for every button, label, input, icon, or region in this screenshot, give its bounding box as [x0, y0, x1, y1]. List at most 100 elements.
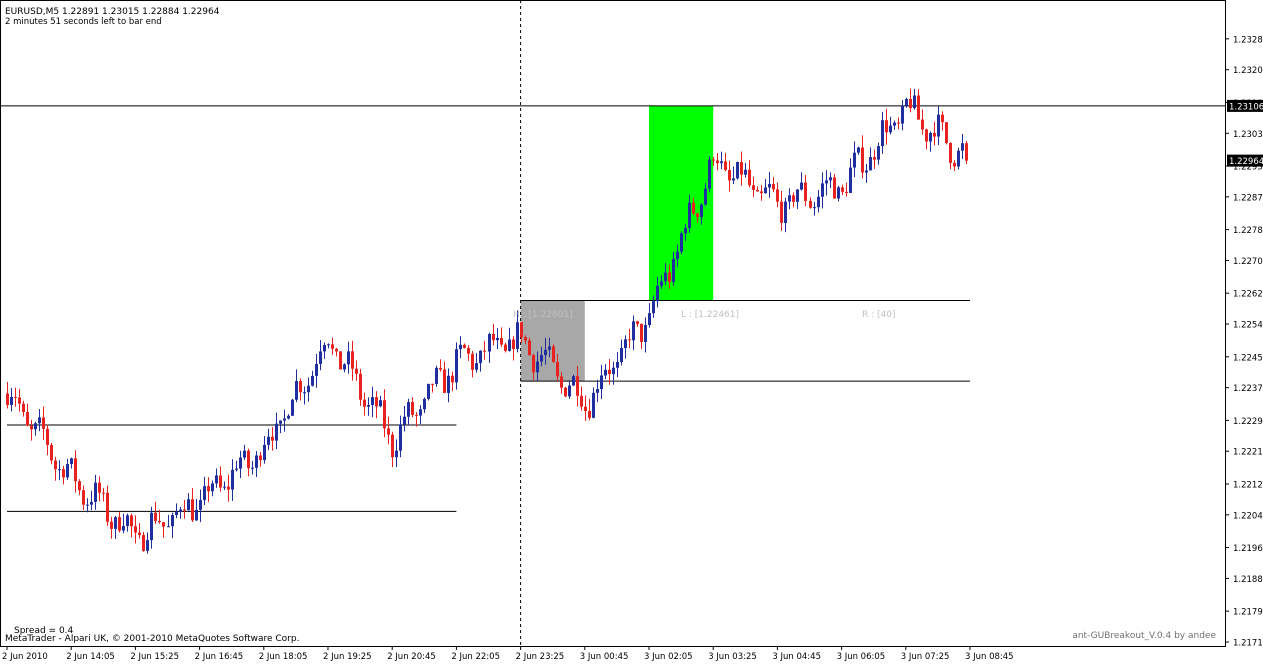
time-tick-label: 2 Jun 19:25	[323, 652, 372, 662]
candlestick-chart[interactable]: 1.232801.232001.231151.230351.229501.228…	[0, 0, 1263, 663]
bear-candle-body	[668, 272, 671, 282]
bull-candle-body	[684, 228, 687, 234]
bull-candle-body	[825, 180, 828, 184]
bull-candle-body	[788, 195, 791, 202]
bull-candle-body	[905, 98, 908, 106]
bull-candle-body	[175, 511, 178, 515]
bull-candle-body	[592, 392, 595, 418]
bull-candle-body	[632, 321, 635, 341]
bull-candle-body	[235, 468, 238, 470]
price-tag-label: 1.22964	[1229, 157, 1263, 167]
bull-candle-body	[283, 418, 286, 421]
bear-candle-body	[443, 369, 446, 393]
bull-candle-body	[34, 423, 37, 430]
bull-candle-body	[957, 150, 960, 167]
time-tick-label: 3 Jun 06:05	[837, 652, 886, 662]
bull-candle-body	[58, 469, 61, 471]
bull-candle-body	[857, 147, 860, 153]
bull-candle-body	[211, 483, 214, 492]
bear-candle-body	[387, 428, 390, 435]
bear-candle-body	[339, 351, 342, 370]
bull-candle-body	[323, 345, 326, 352]
bear-candle-body	[431, 383, 434, 385]
bull-candle-body	[287, 415, 290, 419]
bull-candle-body	[114, 517, 117, 529]
time-tick-label: 2 Jun 16:45	[195, 652, 244, 662]
price-tick-label: 1.22375	[1233, 384, 1263, 394]
bull-candle-body	[901, 105, 904, 124]
bear-candle-body	[451, 375, 454, 383]
bear-candle-body	[439, 367, 442, 370]
bear-candle-body	[375, 397, 378, 407]
bear-candle-body	[259, 455, 262, 461]
price-tick-label: 1.22540	[1233, 321, 1263, 331]
bull-candle-body	[536, 361, 539, 373]
bear-candle-body	[42, 417, 45, 429]
bull-candle-body	[315, 363, 318, 376]
bear-candle-body	[158, 520, 161, 523]
bull-candle-body	[865, 170, 868, 173]
bear-candle-body	[98, 482, 101, 493]
chart-window[interactable]: 1.232801.232001.231151.230351.229501.228…	[0, 0, 1263, 663]
bull-candle-body	[616, 362, 619, 368]
bull-candle-body	[86, 504, 89, 506]
bear-candle-body	[640, 323, 643, 342]
bull-candle-body	[255, 455, 258, 468]
bull-candle-body	[600, 375, 603, 390]
bear-candle-body	[134, 526, 137, 533]
bear-candle-body	[78, 481, 81, 491]
bull-candle-body	[195, 509, 198, 521]
bear-candle-body	[584, 406, 587, 412]
bear-candle-body	[82, 490, 85, 505]
bull-candle-body	[38, 417, 41, 424]
bull-candle-body	[744, 169, 747, 175]
bear-candle-body	[576, 376, 579, 396]
bull-candle-body	[459, 344, 462, 350]
bear-candle-body	[917, 95, 920, 120]
bear-candle-body	[102, 492, 105, 494]
price-tick-label: 1.21960	[1233, 544, 1263, 554]
time-tick-label: 3 Jun 04:45	[772, 652, 821, 662]
bull-candle-body	[199, 500, 202, 510]
time-tick-label: 2 Jun 20:45	[387, 652, 436, 662]
bear-candle-body	[636, 321, 639, 324]
bear-candle-body	[560, 376, 563, 388]
price-tick-label: 1.22870	[1233, 193, 1263, 203]
bull-candle-body	[488, 333, 491, 352]
bear-candle-body	[921, 119, 924, 130]
bear-candle-body	[804, 182, 807, 201]
price-tick-label: 1.21880	[1233, 575, 1263, 585]
bull-candle-body	[652, 301, 655, 314]
bear-candle-body	[556, 361, 559, 377]
bull-candle-body	[275, 423, 278, 441]
bear-candle-body	[628, 339, 631, 341]
bear-candle-body	[483, 350, 486, 352]
bear-candle-body	[227, 486, 230, 490]
bull-candle-body	[849, 167, 852, 193]
bull-candle-body	[889, 125, 892, 133]
bear-candle-body	[118, 517, 121, 531]
bar-timer: 2 minutes 51 seconds left to bar end	[5, 17, 162, 27]
bull-candle-body	[929, 132, 932, 142]
bear-candle-body	[142, 535, 145, 551]
price-tick-label: 1.21715	[1233, 639, 1263, 649]
chart-title: EURUSD,M5 1.22891 1.23015 1.22884 1.2296…	[5, 7, 220, 17]
bull-candle-body	[700, 204, 703, 217]
bear-candle-body	[138, 532, 141, 536]
bull-candle-body	[644, 325, 647, 342]
bear-candle-body	[335, 348, 338, 352]
bull-candle-body	[419, 409, 422, 416]
bull-candle-body	[347, 351, 350, 365]
indicator-label: ant-GUBreakout_V.0.4 by andee	[1072, 631, 1216, 641]
bull-candle-body	[736, 162, 739, 179]
bull-candle-body	[475, 363, 478, 370]
bull-candle-body	[881, 120, 884, 147]
bull-candle-body	[853, 152, 856, 168]
bull-candle-body	[171, 514, 174, 527]
bear-candle-body	[941, 114, 944, 123]
bull-candle-body	[784, 201, 787, 223]
bull-candle-body	[544, 349, 547, 356]
bull-candle-body	[126, 515, 129, 527]
bull-candle-body	[508, 339, 511, 351]
breakout-box	[649, 105, 714, 301]
